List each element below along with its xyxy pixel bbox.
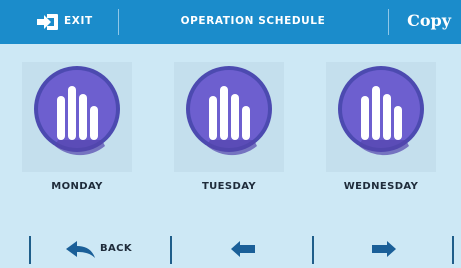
page-title: OPERATION SCHEDULE	[180, 15, 326, 27]
previous-button[interactable]	[172, 230, 312, 268]
arrow-right-icon	[372, 241, 396, 257]
schedule-bars-icon	[174, 62, 284, 172]
schedule-bars-icon	[22, 62, 132, 172]
back-arrow-icon	[66, 241, 95, 258]
back-button[interactable]: BACK	[32, 230, 170, 268]
day-tile-monday[interactable]: MONDAY	[18, 58, 136, 206]
footer-divider	[452, 236, 454, 264]
operation-schedule-screen: EXIT OPERATION SCHEDULE Copy MONDAY TUES…	[0, 0, 461, 268]
day-label-wednesday: WEDNESDAY	[343, 181, 419, 192]
day-tile-tuesday[interactable]: TUESDAY	[170, 58, 288, 206]
top-bar: EXIT OPERATION SCHEDULE Copy	[0, 0, 461, 44]
exit-label: EXIT	[64, 15, 93, 27]
day-tile-wednesday[interactable]: WEDNESDAY	[322, 58, 440, 206]
next-button[interactable]	[314, 230, 452, 268]
copy-button[interactable]: Copy	[389, 0, 461, 44]
arrow-left-icon	[231, 241, 255, 257]
back-label: BACK	[100, 243, 133, 254]
footer-divider	[29, 236, 31, 264]
exit-icon	[37, 14, 58, 30]
day-label-monday: MONDAY	[51, 181, 103, 192]
exit-button[interactable]: EXIT	[0, 0, 118, 44]
schedule-bars-icon	[326, 62, 436, 172]
copy-label: Copy	[407, 11, 451, 30]
day-label-tuesday: TUESDAY	[201, 181, 257, 192]
